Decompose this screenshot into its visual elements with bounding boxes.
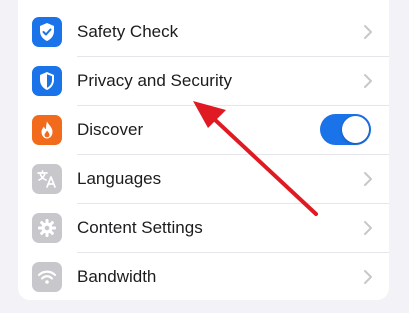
flame-icon	[32, 114, 62, 145]
settings-row-bandwidth[interactable]: Bandwidth	[18, 252, 389, 301]
chevron-right-icon	[364, 171, 372, 186]
toggle-knob	[342, 116, 369, 143]
shield-check-icon	[32, 16, 62, 47]
settings-row-label: Discover	[77, 119, 144, 139]
translate-icon	[32, 163, 62, 194]
settings-card: Safety Check Privacy and Security Discov…	[18, 0, 389, 300]
settings-row-content-settings[interactable]: Content Settings	[18, 203, 389, 252]
settings-row-label: Bandwidth	[77, 266, 157, 286]
settings-row-privacy-and-security[interactable]: Privacy and Security	[18, 56, 389, 105]
wifi-icon	[32, 261, 62, 292]
settings-row-safety-check[interactable]: Safety Check	[18, 7, 389, 56]
settings-row-languages[interactable]: Languages	[18, 154, 389, 203]
shield-icon	[32, 65, 62, 96]
discover-toggle[interactable]	[320, 114, 371, 145]
settings-row-discover[interactable]: Discover	[18, 105, 389, 154]
settings-row-label: Privacy and Security	[77, 70, 232, 90]
settings-row-label: Content Settings	[77, 217, 203, 237]
chevron-right-icon	[364, 73, 372, 88]
gear-icon	[32, 212, 62, 243]
settings-row-label: Safety Check	[77, 21, 179, 41]
chevron-right-icon	[364, 269, 372, 284]
chevron-right-icon	[364, 220, 372, 235]
settings-row-label: Languages	[77, 168, 162, 188]
chevron-right-icon	[364, 24, 372, 39]
